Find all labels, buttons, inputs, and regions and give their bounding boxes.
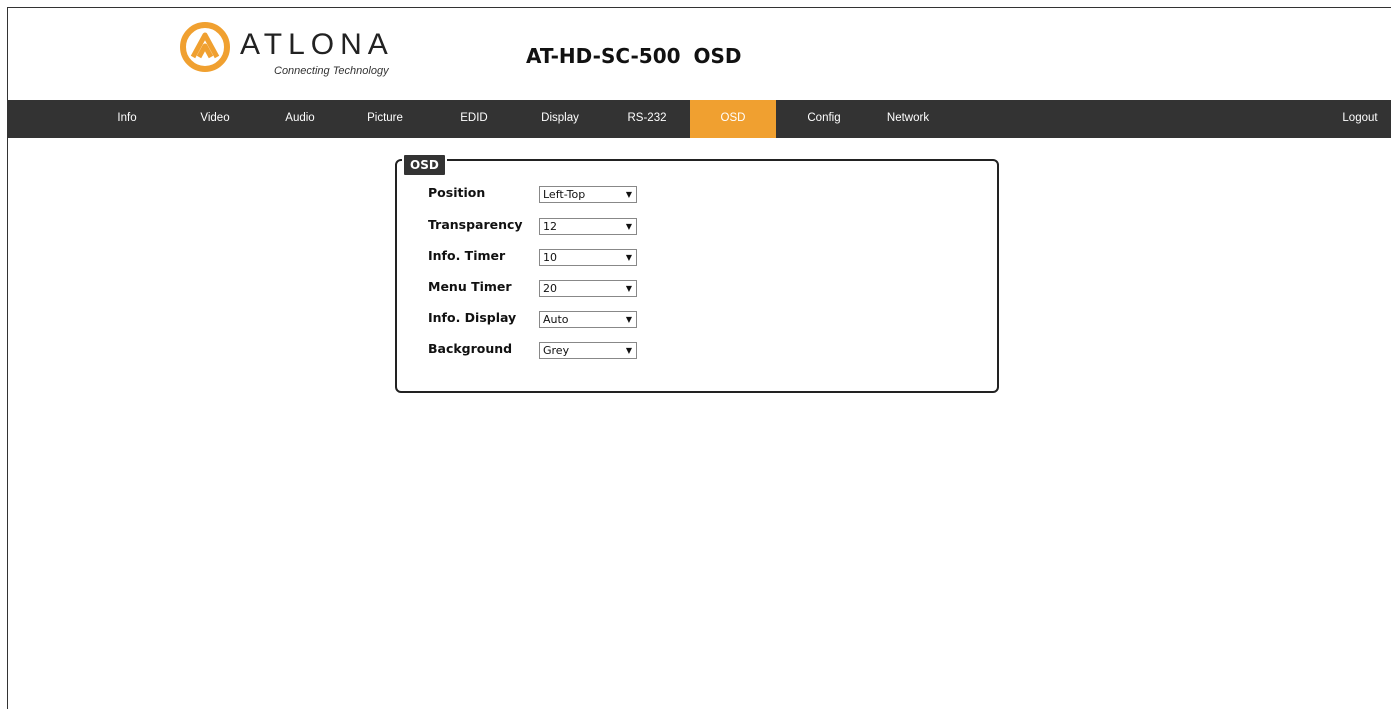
info-display-value: Auto [543, 313, 569, 326]
nav-item-edid[interactable]: EDID [454, 100, 494, 138]
nav-item-network[interactable]: Network [883, 100, 933, 138]
chevron-down-icon: ▼ [625, 253, 632, 262]
nav-item-config[interactable]: Config [804, 100, 844, 138]
info-display-select[interactable]: Auto ▼ [539, 311, 637, 328]
menu-timer-label: Menu Timer [428, 279, 512, 294]
transparency-select[interactable]: 12 ▼ [539, 218, 637, 235]
brand-name: ATLONA [240, 28, 394, 61]
chevron-down-icon: ▼ [625, 315, 632, 324]
panel-legend: OSD [402, 153, 447, 177]
chevron-down-icon: ▼ [625, 190, 632, 199]
atlona-logo-mark-icon [180, 22, 230, 72]
chevron-down-icon: ▼ [625, 222, 632, 231]
info-timer-label: Info. Timer [428, 248, 506, 263]
nav-item-video[interactable]: Video [193, 100, 237, 138]
header: ATLONA Connecting Technology AT-HD-SC-50… [8, 8, 1391, 100]
brand-tagline: Connecting Technology [274, 65, 389, 77]
nav-item-info[interactable]: Info [112, 100, 142, 138]
nav-item-rs232[interactable]: RS-232 [622, 100, 672, 138]
logout-link[interactable]: Logout [1340, 100, 1380, 138]
nav-item-display[interactable]: Display [535, 100, 585, 138]
menu-timer-select[interactable]: 20 ▼ [539, 280, 637, 297]
position-label: Position [428, 185, 486, 200]
atlona-logo: ATLONA Connecting Technology [180, 22, 450, 82]
page-title: AT-HD-SC-500 OSD [526, 44, 742, 68]
transparency-label: Transparency [428, 217, 523, 232]
info-timer-select[interactable]: 10 ▼ [539, 249, 637, 266]
background-label: Background [428, 341, 513, 356]
position-value: Left-Top [543, 188, 586, 201]
menu-timer-value: 20 [543, 282, 557, 295]
chevron-down-icon: ▼ [625, 346, 632, 355]
info-timer-value: 10 [543, 251, 557, 264]
position-select[interactable]: Left-Top ▼ [539, 186, 637, 203]
nav-item-audio[interactable]: Audio [278, 100, 322, 138]
nav-item-picture[interactable]: Picture [360, 100, 410, 138]
info-display-label: Info. Display [428, 310, 517, 325]
background-select[interactable]: Grey ▼ [539, 342, 637, 359]
osd-settings-panel: OSD Position Left-Top ▼ Transparency 12 … [395, 153, 999, 393]
chevron-down-icon: ▼ [625, 284, 632, 293]
background-value: Grey [543, 344, 570, 357]
nav-item-osd[interactable]: OSD [690, 100, 776, 138]
main-nav: Info Video Audio Picture EDID Display RS… [8, 100, 1391, 138]
transparency-value: 12 [543, 220, 557, 233]
page-frame: ATLONA Connecting Technology AT-HD-SC-50… [7, 7, 1391, 709]
